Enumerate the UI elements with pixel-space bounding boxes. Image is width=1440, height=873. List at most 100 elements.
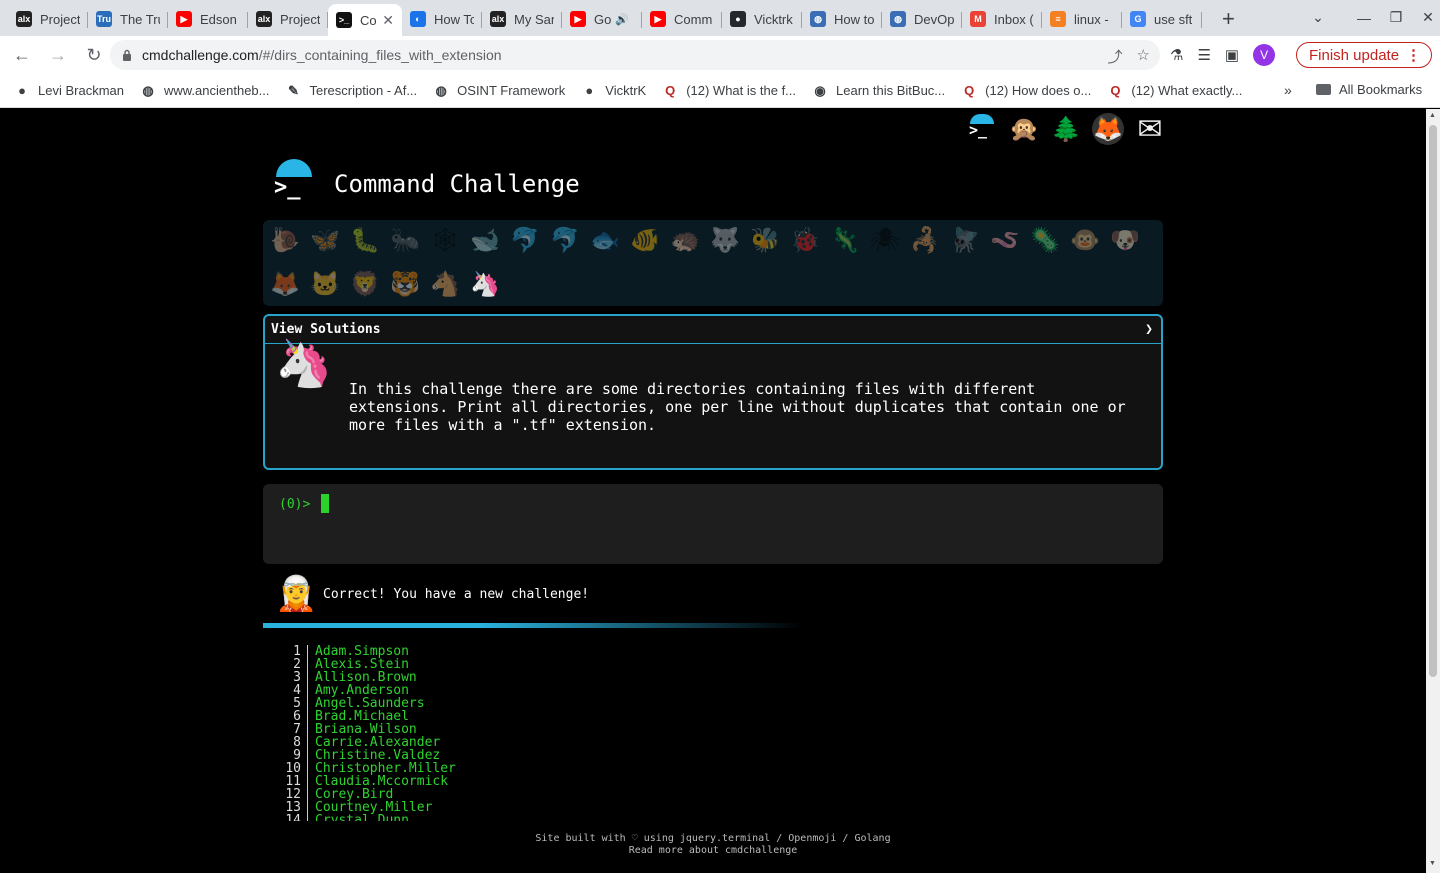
browser-tab[interactable]: alx Project xyxy=(248,4,328,34)
share-icon[interactable]: ⤴ xyxy=(1108,46,1123,67)
challenge-animal-icon[interactable]: 🐞 xyxy=(787,222,823,258)
challenge-animal-icon[interactable]: 🪰 xyxy=(947,222,983,258)
back-button[interactable]: ← xyxy=(6,39,38,71)
url-path: /#/dirs_containing_files_with_extension xyxy=(258,47,502,63)
line-number: 7 xyxy=(270,723,308,736)
minimize-button[interactable]: — xyxy=(1348,10,1380,26)
challenge-animal-icon[interactable]: 🕸 xyxy=(427,222,463,258)
finish-update-button[interactable]: Finish update ⋮ xyxy=(1296,42,1432,68)
tab-audio-icon[interactable]: 🔊 xyxy=(615,13,629,26)
reading-list-icon[interactable]: ☰ xyxy=(1197,46,1210,64)
bookmark-item[interactable]: ● Levi Brackman xyxy=(14,83,124,99)
challenge-animal-icon[interactable]: 🪱 xyxy=(987,222,1023,258)
gitlab-icon[interactable]: 🦊 xyxy=(1092,113,1124,145)
bookmark-item[interactable]: Q (12) What is the f... xyxy=(662,83,796,99)
challenge-animal-icon[interactable]: 🐱 xyxy=(307,266,343,302)
bookmark-label: OSINT Framework xyxy=(457,83,566,98)
challenge-description: 🦄 In this challenge there are some direc… xyxy=(265,340,1161,434)
challenge-animal-icon[interactable]: 🦄 xyxy=(467,266,503,302)
bookmark-label: Learn this BitBuc... xyxy=(836,83,946,98)
cmdchallenge-icon[interactable]: >_ xyxy=(966,113,998,145)
challenge-animal-icon[interactable]: 🦊 xyxy=(267,266,303,302)
browser-tab[interactable]: M Inbox ( xyxy=(962,4,1042,34)
tab-search-icon[interactable]: ⌄ xyxy=(1302,9,1334,26)
view-solutions-toggle[interactable]: View Solutions ❯ xyxy=(265,316,1161,344)
browser-tab[interactable]: ▶ Go 🔊 xyxy=(562,4,642,34)
profile-avatar[interactable]: V xyxy=(1253,44,1276,66)
bookmark-item[interactable]: ◉ Learn this BitBuc... xyxy=(812,83,945,99)
challenge-animal-icon[interactable]: 🐋 xyxy=(467,222,503,258)
reload-button[interactable]: ↻ xyxy=(78,39,110,71)
challenge-animal-icon[interactable]: 🐛 xyxy=(347,222,383,258)
bookmark-item[interactable]: Q (12) What exactly... xyxy=(1107,83,1242,99)
tab-favicon-icon: ● xyxy=(730,11,746,27)
bookmark-item[interactable]: ◍ OSINT Framework xyxy=(433,83,565,99)
new-tab-button[interactable]: + xyxy=(1222,6,1235,32)
browser-tab[interactable]: ▶ Edson xyxy=(168,4,248,34)
mail-icon[interactable]: ✉ xyxy=(1134,113,1166,146)
challenge-animal-icon[interactable]: 🐝 xyxy=(747,222,783,258)
close-tab-icon[interactable]: ✕ xyxy=(382,12,394,29)
browser-tab[interactable]: ≡ linux - xyxy=(1042,4,1122,34)
challenge-animal-icon[interactable]: 🦁 xyxy=(347,266,383,302)
bookmark-item[interactable]: Q (12) How does o... xyxy=(961,83,1091,99)
bookmark-favicon-icon: ✎ xyxy=(288,82,299,98)
challenge-animal-icon[interactable]: 🐯 xyxy=(387,266,423,302)
bookmark-item[interactable]: ● VicktrK xyxy=(581,83,646,99)
challenge-animal-icon[interactable]: 🕷 xyxy=(867,222,903,258)
challenge-animal-icon[interactable]: 🐬 xyxy=(507,222,543,258)
side-panel-icon[interactable]: ▣ xyxy=(1225,46,1239,64)
terminal-input[interactable]: (0)> xyxy=(263,484,1163,564)
browser-tab[interactable]: ◐ How To xyxy=(402,4,482,34)
challenge-animal-icon[interactable]: 🐬 xyxy=(547,222,583,258)
challenge-animal-icon[interactable]: 🐜 xyxy=(387,222,423,258)
challenge-animal-icon[interactable]: 🐌 xyxy=(267,222,303,258)
tab-favicon-icon: ◍ xyxy=(890,11,906,27)
scrollbar-thumb[interactable] xyxy=(1429,125,1437,677)
challenge-animal-icon[interactable]: 🦎 xyxy=(827,222,863,258)
labs-icon[interactable]: ⚗ xyxy=(1170,46,1183,64)
all-bookmarks-button[interactable]: All Bookmarks xyxy=(1316,82,1422,97)
scroll-up-icon[interactable]: ▲ xyxy=(1429,112,1436,119)
footer-about-link[interactable]: Read more about cmdchallenge xyxy=(0,845,1426,857)
browser-tab[interactable]: ◍ DevOp xyxy=(882,4,962,34)
site-info-icon[interactable] xyxy=(122,49,132,61)
chevron-right-icon: ❯ xyxy=(1145,322,1153,337)
close-window-button[interactable]: ✕ xyxy=(1412,9,1440,26)
challenge-animal-icon[interactable]: 🦔 xyxy=(667,222,703,258)
challenge-animal-icon[interactable]: 🦋 xyxy=(307,222,343,258)
challenge-animal-icon[interactable]: 🦂 xyxy=(907,222,943,258)
bookmark-item[interactable]: ◍ www.ancientheb... xyxy=(140,83,269,99)
address-bar[interactable]: cmdchallenge.com/#/dirs_containing_files… xyxy=(110,40,1160,70)
browser-tab[interactable]: ▶ Comm xyxy=(642,4,722,34)
monkey-icon[interactable]: 🙊 xyxy=(1008,113,1040,145)
scroll-down-icon[interactable]: ▼ xyxy=(1429,860,1436,867)
challenge-animal-icon[interactable]: 🐠 xyxy=(627,222,663,258)
view-solutions-label: View Solutions xyxy=(271,322,381,337)
challenge-animal-icon[interactable]: 🐟 xyxy=(587,222,623,258)
tree-icon[interactable]: 🌲 xyxy=(1050,113,1082,145)
browser-tab[interactable]: Guse sft xyxy=(1122,4,1202,34)
bookmark-item[interactable]: ✎ Terescription - Af... xyxy=(286,82,417,99)
challenge-animal-icon[interactable]: 🐴 xyxy=(427,266,463,302)
more-bookmarks-icon[interactable]: » xyxy=(1284,82,1292,98)
challenge-animal-icon[interactable]: 🐵 xyxy=(1067,222,1103,258)
bookmark-favicon-icon: Q xyxy=(1110,83,1121,98)
browser-tab[interactable]: alx My San xyxy=(482,4,562,34)
page-scrollbar[interactable]: ▲ ▼ xyxy=(1426,109,1440,873)
browser-tab[interactable]: Tru The Tru xyxy=(88,4,168,34)
browser-tab[interactable]: >_ Co ✕ xyxy=(328,4,402,36)
challenge-animal-icon[interactable]: 🐶 xyxy=(1107,222,1143,258)
browser-tab[interactable]: ● Vicktrk xyxy=(722,4,802,34)
challenge-animal-icon[interactable]: 🐺 xyxy=(707,222,743,258)
tab-title: Go xyxy=(594,11,612,27)
bookmark-star-icon[interactable]: ☆ xyxy=(1137,46,1150,67)
tab-favicon-icon: Tru xyxy=(96,11,112,27)
forward-button[interactable]: → xyxy=(42,39,74,71)
output-list: 1 Adam.Simpson 2 Alexis.Stein 3 Allison.Brown… xyxy=(270,645,456,821)
result-banner: 🧝 Correct! You have a new challenge! xyxy=(275,574,589,614)
browser-tab[interactable]: alx Project xyxy=(8,4,88,34)
restore-button[interactable]: ❐ xyxy=(1380,9,1412,26)
browser-tab[interactable]: ◍ How to xyxy=(802,4,882,34)
challenge-animal-icon[interactable]: 🦠 xyxy=(1027,222,1063,258)
